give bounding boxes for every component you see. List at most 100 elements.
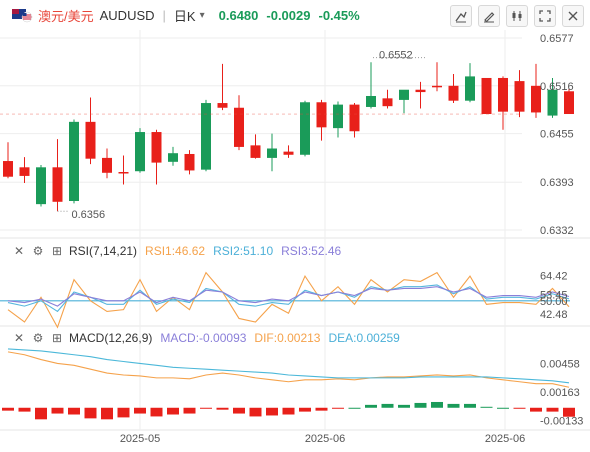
candle-body	[168, 153, 178, 162]
macd-histogram-bar	[216, 407, 229, 410]
candle-body	[498, 77, 508, 112]
chevron-down-icon[interactable]: ▾	[200, 10, 205, 21]
macd-histogram-bar	[464, 403, 476, 408]
macd-histogram-bar	[348, 407, 361, 409]
macd-histogram-bar	[101, 407, 113, 420]
high-label: 0.6552	[379, 50, 413, 62]
candle-body	[135, 132, 145, 172]
candle-body	[118, 172, 129, 174]
rsi-line-rsi2	[7, 284, 570, 313]
macd-histogram-bar	[563, 407, 575, 417]
macd-histogram-bar	[431, 401, 443, 408]
macd-value: MACD:-0.00093	[160, 331, 247, 345]
macd-tick-label: 0.00163	[540, 387, 580, 399]
chart-toolbar	[450, 5, 584, 27]
candle-body	[481, 77, 492, 115]
macd-histogram-bar	[299, 407, 311, 412]
dea-line	[7, 348, 570, 384]
macd-histogram-bar	[332, 407, 344, 409]
macd-histogram-bar	[2, 407, 14, 411]
candle-body	[69, 121, 79, 202]
macd-legend: ✕ ⚙ ⊞ MACD(12,26,9) MACD:-0.00093 DIF:0.…	[12, 331, 400, 345]
candle-body	[415, 89, 426, 93]
candle-body	[382, 98, 393, 107]
date-label: 2025-06	[305, 433, 345, 445]
candle-body	[316, 102, 327, 128]
macd-histogram-bar	[447, 403, 460, 408]
candle-body	[36, 167, 46, 205]
macd-histogram-bar	[315, 407, 328, 411]
rsi-legend: ✕ ⚙ ⊞ RSI(7,14,21) RSI1:46.62 RSI2:51.10…	[12, 244, 341, 258]
candle-body	[349, 104, 360, 132]
macd-histogram-bar	[200, 407, 212, 409]
macd-histogram-bar	[513, 407, 526, 409]
macd-histogram-bar	[365, 404, 377, 408]
last-price: 0.6480	[218, 7, 259, 23]
candle-body	[514, 81, 525, 112]
macd-histogram-bar	[497, 407, 509, 409]
macd-histogram-bar	[18, 407, 31, 412]
candle-body	[333, 104, 343, 129]
candle-body	[250, 145, 261, 158]
candle-body	[184, 153, 195, 171]
macd-histogram-bar	[381, 403, 394, 408]
hide-icon[interactable]: ✕	[12, 244, 26, 258]
macd-histogram-bar	[233, 407, 245, 414]
macd-tick-label: -0.00133	[540, 416, 583, 428]
candle-body	[300, 102, 310, 155]
candle-body	[547, 89, 558, 116]
macd-histogram-bar	[530, 407, 542, 412]
candle-body	[283, 151, 294, 155]
indicator-icon[interactable]	[506, 5, 528, 27]
macd-histogram-bar	[398, 404, 410, 408]
dif-line	[7, 351, 570, 388]
close-icon[interactable]	[562, 5, 584, 27]
candle-body	[366, 95, 376, 107]
candle-body	[267, 148, 277, 158]
macd-histogram-bar	[266, 407, 278, 416]
candle-body	[432, 85, 442, 88]
rsi2-value: RSI2:51.10	[213, 244, 274, 258]
candle-body	[19, 167, 30, 176]
expand-icon[interactable]: ⊞	[50, 331, 64, 345]
macd-histogram-bar	[480, 406, 493, 408]
rsi1-value: RSI1:46.62	[145, 244, 206, 258]
symbol-name[interactable]: 澳元/美元	[38, 6, 94, 25]
draw-icon[interactable]	[450, 5, 472, 27]
rsi-title: RSI(7,14,21)	[69, 244, 138, 258]
candle-body	[217, 103, 228, 108]
settings-icon[interactable]: ⚙	[31, 331, 45, 345]
fullscreen-icon[interactable]	[534, 5, 556, 27]
rsi-tick-label: 64.42	[540, 270, 568, 282]
rsi-tick-label: 50.00	[540, 296, 568, 308]
macd-histogram-bar	[35, 407, 47, 420]
hide-icon[interactable]: ✕	[12, 331, 26, 345]
macd-histogram-bar	[249, 407, 262, 417]
candle-body	[3, 161, 13, 177]
dea-value: DEA:0.00259	[328, 331, 400, 345]
date-label: 2025-05	[120, 433, 160, 445]
macd-histogram-bar	[134, 407, 146, 414]
low-label: 0.6356	[72, 209, 106, 221]
chart-canvas[interactable]: 0.6552 0.6356 0.6577 0.6516 0.6455 0.6393 0.6…	[0, 0, 590, 452]
rsi-tick-label: 53.45	[540, 290, 568, 302]
settings-icon[interactable]: ⚙	[31, 244, 45, 258]
price-tick-label: 0.6455	[540, 129, 574, 141]
candle-body	[52, 167, 63, 202]
candle-body	[151, 132, 162, 163]
macd-histogram-bar	[546, 407, 559, 412]
price-tick-label: 0.6516	[540, 81, 574, 93]
rsi-line-rsi1	[7, 271, 570, 329]
dif-value: DIF:0.00213	[254, 331, 321, 345]
divider: |	[162, 7, 166, 23]
price-tick-label: 0.6393	[540, 177, 574, 189]
rsi3-value: RSI3:52.46	[281, 244, 342, 258]
macd-histogram-bar	[183, 407, 196, 414]
macd-tick-label: 0.00458	[540, 359, 580, 371]
macd-histogram-bar	[150, 407, 163, 417]
timeframe-selector[interactable]: 日K	[174, 6, 196, 25]
expand-icon[interactable]: ⊞	[50, 244, 64, 258]
price-change-percent: -0.45%	[318, 7, 360, 23]
macd-histogram-bar	[68, 407, 80, 415]
edit-icon[interactable]	[478, 5, 500, 27]
